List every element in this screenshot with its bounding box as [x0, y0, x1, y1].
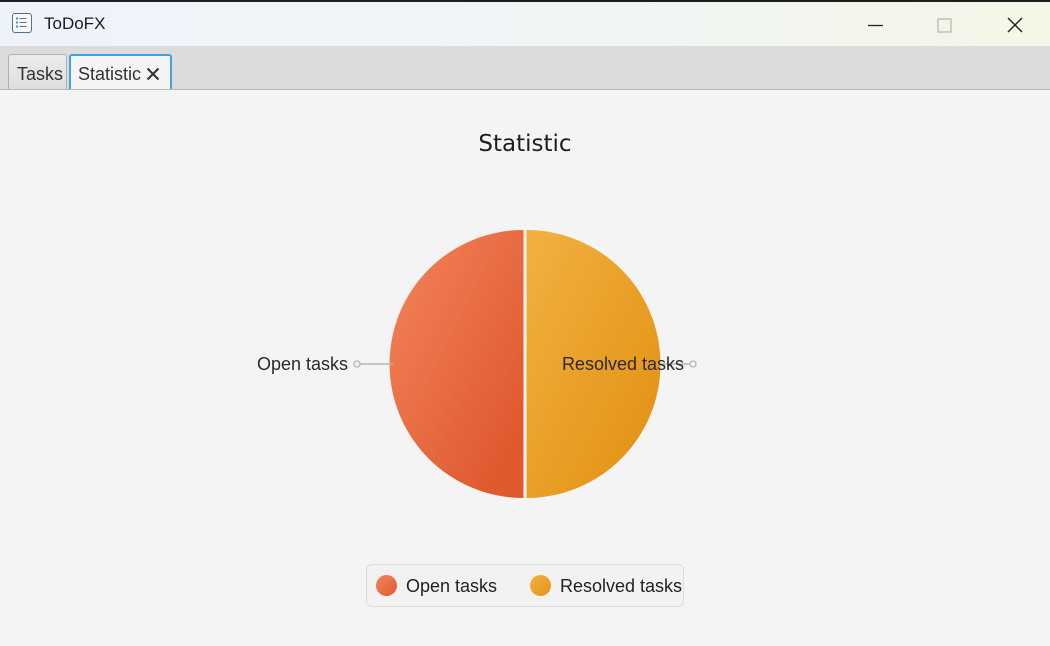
pie-label-anchor: [689, 360, 697, 368]
legend-label: Resolved tasks: [560, 576, 683, 596]
chart-legend: Open tasks Resolved tasks: [366, 564, 684, 607]
pie-label-anchor: [353, 360, 361, 368]
legend-label: Open tasks: [406, 576, 498, 596]
legend-swatch: [530, 575, 551, 596]
pie-label: Open tasks: [257, 354, 348, 374]
pie-slice-open-tasks: [389, 230, 524, 498]
legend-swatch: [376, 575, 397, 596]
pie-chart: Open tasks Resolved tasks: [257, 230, 697, 498]
pie-label: Resolved tasks: [562, 354, 684, 374]
